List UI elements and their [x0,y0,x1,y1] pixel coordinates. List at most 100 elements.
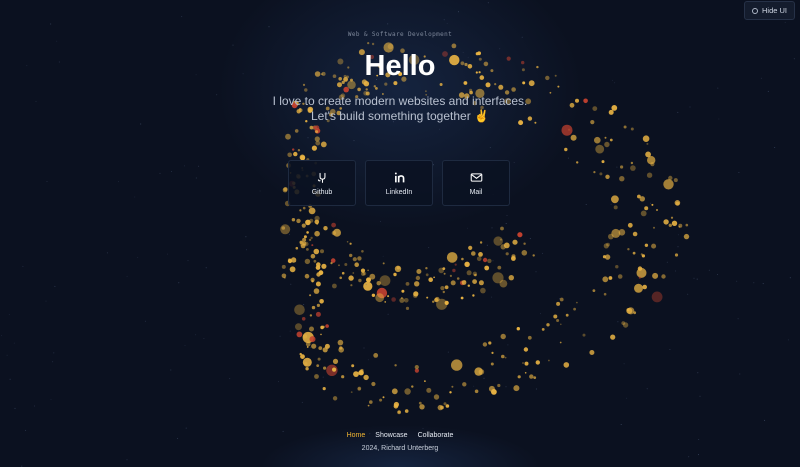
linkedin-link[interactable]: LinkedIn [365,160,433,206]
emoji-particle [302,357,312,367]
emoji-particle [617,274,623,279]
emoji-particle [391,388,398,395]
emoji-particle [615,265,619,269]
emoji-particle [305,367,309,371]
emoji-particle [394,364,397,367]
emoji-particle [468,245,473,250]
emoji-particle [491,351,494,354]
star-dot [486,244,488,246]
emoji-particle [283,276,286,279]
star-dot [53,352,55,354]
star-dot [674,270,676,272]
star-dot [677,246,679,248]
star-dot [610,203,612,205]
star-dot [717,274,718,275]
emoji-particle [425,267,428,270]
emoji-particle [663,219,669,225]
emoji-particle [433,394,440,400]
emoji-particle [322,387,326,391]
emoji-particle [576,161,579,164]
emoji-particle [316,222,319,225]
emoji-particle [479,241,483,244]
emoji-particle [603,292,607,296]
star-dot [6,354,8,356]
emoji-particle [433,276,435,279]
emoji-particle [523,242,526,245]
nav-home-link[interactable]: Home [347,432,366,439]
emoji-particle [563,362,570,368]
star-dot [535,271,537,273]
emoji-particle [373,85,376,88]
emoji-particle [501,354,505,359]
emoji-particle [491,389,497,395]
star-dot [246,249,247,251]
star-dot [617,321,619,323]
emoji-particle [527,335,532,340]
emoji-particle [367,269,369,272]
emoji-particle [313,126,316,129]
emoji-particle [295,323,302,331]
emoji-particle [556,319,560,322]
star-dot [310,347,312,348]
emoji-particle [647,156,656,165]
github-link[interactable]: Github [288,160,356,206]
emoji-particle [419,404,425,410]
emoji-particle [352,257,357,262]
star-dot [171,171,172,172]
star-dot [507,344,509,346]
linkedin-label: LinkedIn [385,188,413,196]
emoji-particle [592,106,598,111]
star-dot [365,284,367,285]
emoji-particle [393,401,399,408]
emoji-particle [316,303,320,307]
emoji-particle [564,147,568,152]
star-dot [117,181,119,183]
mail-link[interactable]: Mail [442,160,510,206]
emoji-particle [371,381,376,387]
emoji-particle [450,280,456,286]
nav-collaborate-link[interactable]: Collaborate [418,432,454,439]
emoji-particle [401,289,405,293]
star-dot [739,373,741,375]
emoji-particle [415,275,421,281]
nav-showcase-link[interactable]: Showcase [375,432,407,439]
emoji-particle [346,241,349,243]
emoji-particle [363,281,373,291]
emoji-particle [529,374,534,379]
emoji-particle [521,250,528,256]
star-dot [505,223,507,224]
emoji-particle [513,385,520,392]
star-dot [46,181,48,182]
emoji-particle [404,298,409,303]
hide-ui-button[interactable]: Hide UI [743,1,795,20]
emoji-particle [287,258,292,262]
emoji-particle [432,300,435,303]
star-dot [689,106,691,108]
emoji-particle [379,275,391,286]
emoji-particle [401,297,403,299]
emoji-particle [343,86,350,93]
star-dot [290,283,292,285]
star-dot [303,304,305,305]
emoji-particle [412,293,418,299]
emoji-particle [497,265,502,270]
star-dot [626,397,628,399]
emoji-particle [404,388,411,395]
star-dot [467,227,469,229]
emoji-particle [316,364,320,367]
emoji-particle [338,264,340,267]
emoji-particle [497,383,501,388]
emoji-particle [599,172,603,176]
emoji-particle [565,313,569,317]
emoji-particle [472,271,478,276]
star-dot [229,378,231,380]
emoji-particle [349,253,353,258]
emoji-particle [632,231,638,237]
emoji-particle [611,195,619,204]
emoji-particle [369,273,376,280]
star-dot [332,286,334,288]
emoji-particle [478,280,484,286]
star-dot [159,172,161,174]
emoji-particle [462,382,467,387]
emoji-particle [294,260,297,263]
